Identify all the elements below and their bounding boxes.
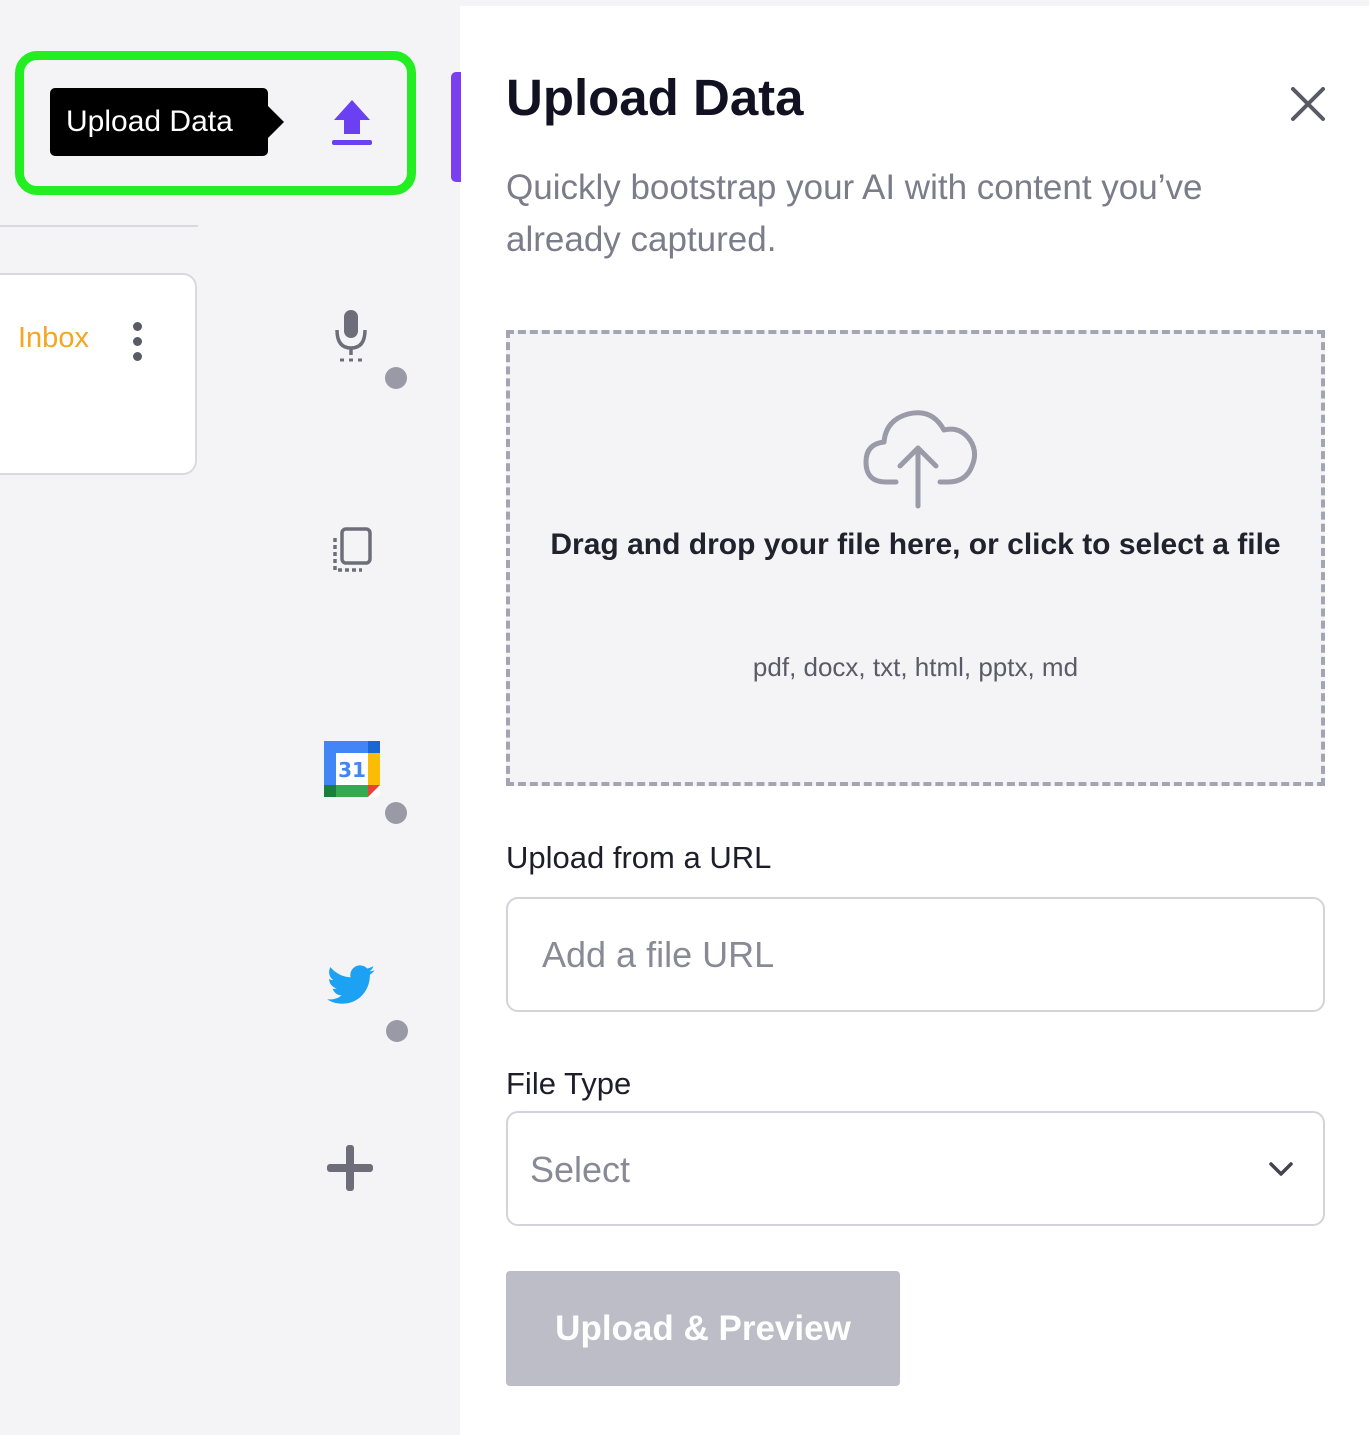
status-dot	[385, 802, 407, 824]
app-window: Inbox 31 Upload Data Upload Data Quickly…	[0, 0, 1369, 1435]
active-indicator	[451, 72, 461, 182]
close-icon	[1291, 87, 1325, 121]
google-calendar-icon[interactable]: 31	[324, 741, 380, 797]
dropzone-file-types: pdf, docx, txt, html, pptx, md	[752, 652, 1079, 682]
highlight-box	[15, 51, 416, 195]
file-type-select[interactable]: Select	[506, 1111, 1325, 1226]
status-dot	[386, 1020, 408, 1042]
more-options-icon[interactable]	[130, 320, 144, 364]
divider	[0, 225, 198, 227]
file-dropzone[interactable]: Drag and drop your file here, or click t…	[506, 330, 1325, 786]
panel-title: Upload Data	[506, 69, 804, 126]
left-panel	[0, 0, 242, 1435]
inbox-label[interactable]: Inbox	[18, 322, 89, 355]
url-input[interactable]	[506, 897, 1325, 1012]
microphone-icon[interactable]	[332, 308, 370, 364]
file-type-label: File Type	[506, 1066, 632, 1101]
url-label: Upload from a URL	[506, 840, 772, 875]
twitter-icon[interactable]	[325, 960, 377, 1012]
integration-rail	[242, 6, 460, 1435]
copy-document-icon[interactable]	[330, 526, 374, 576]
upload-preview-button[interactable]: Upload & Preview	[506, 1271, 900, 1386]
svg-text:31: 31	[338, 758, 366, 782]
dropzone-text: Drag and drop your file here, or click t…	[550, 528, 1281, 561]
chevron-down-icon	[1269, 1162, 1293, 1176]
cloud-upload-icon	[860, 400, 980, 510]
panel-subtitle: Quickly bootstrap your AI with content y…	[506, 168, 1203, 259]
file-type-value: Select	[530, 1149, 631, 1190]
plus-icon[interactable]	[325, 1143, 375, 1193]
close-button[interactable]	[1284, 80, 1332, 128]
status-dot	[385, 367, 407, 389]
inbox-card[interactable]	[0, 273, 197, 475]
